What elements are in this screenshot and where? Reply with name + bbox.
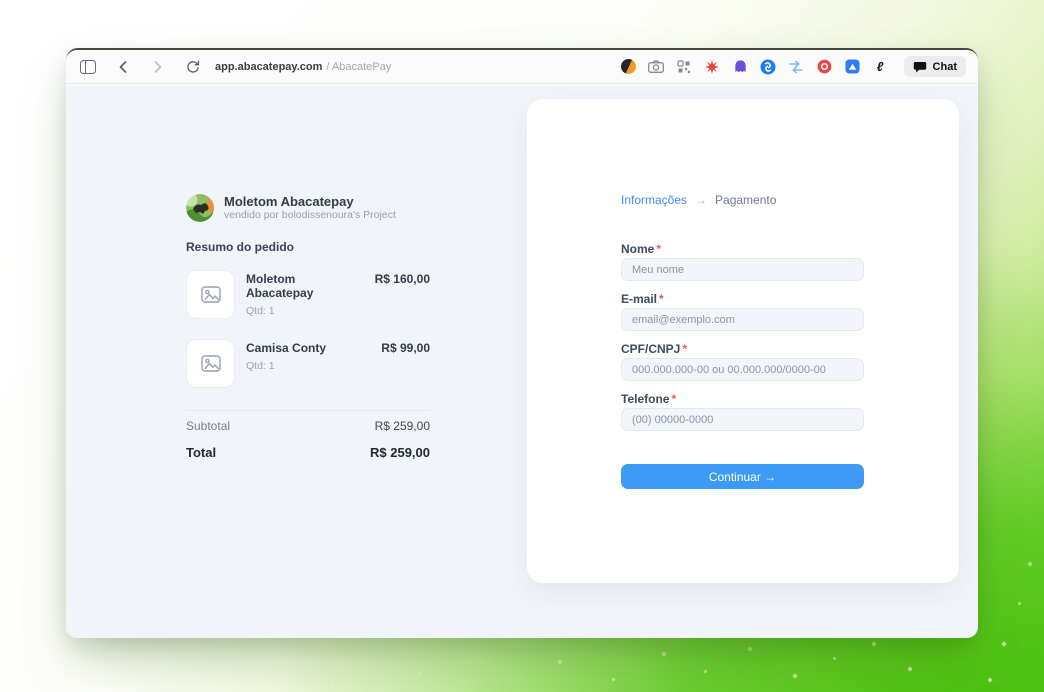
red-starburst-extension-icon[interactable] <box>704 58 721 75</box>
item-quantity: Qtd: 1 <box>246 360 275 372</box>
item-name: Moletom Abacatepay <box>246 272 314 300</box>
sparkle-dot <box>1017 601 1022 606</box>
checkout-form: Informações → Pagamento Nome* E-mail* CP… <box>621 192 864 489</box>
order-summary-title: Resumo do pedido <box>186 240 294 254</box>
phone-label-text: Telefone <box>621 392 670 406</box>
required-asterisk: * <box>682 342 688 356</box>
total-label: Total <box>186 445 217 460</box>
sparkle-dot <box>792 673 798 679</box>
name-label-text: Nome <box>621 242 655 256</box>
item-info: Moletom Abacatepay Qtd: 1 <box>246 270 364 317</box>
subtotal-label: Subtotal <box>186 419 231 433</box>
subtotal-value: R$ 259,00 <box>374 419 430 433</box>
step-arrow-icon: → <box>695 193 708 207</box>
sparkle-dot <box>611 677 616 682</box>
order-item: Moletom Abacatepay Qtd: 1 R$ 160,00 <box>186 270 430 319</box>
blue-arrows-extension-icon[interactable] <box>788 58 805 75</box>
cpf-cnpj-field-group: CPF/CNPJ * <box>621 342 864 381</box>
required-asterisk: * <box>671 392 677 406</box>
blue-mountain-extension-icon[interactable] <box>844 58 861 75</box>
browser-window: app.abacatepay.com / AbacatePay ℓ Chat M… <box>66 48 978 638</box>
order-item: Camisa Conty Qtd: 1 R$ 99,00 <box>186 339 430 388</box>
email-input[interactable] <box>621 308 864 331</box>
sparkle-dot <box>1001 641 1007 647</box>
toolbar-extensions: ℓ Chat <box>620 56 966 77</box>
sparkle-dot <box>747 646 753 652</box>
red-badge-extension-icon[interactable] <box>816 58 833 75</box>
address-bar[interactable]: app.abacatepay.com / AbacatePay <box>215 61 391 73</box>
phone-field-group: Telefone * <box>621 392 864 431</box>
required-asterisk: * <box>656 242 662 256</box>
checkout-steps: Informações → Pagamento <box>621 192 864 208</box>
continue-button[interactable]: Continuar → <box>621 464 864 489</box>
qr-scan-extension-icon[interactable] <box>676 58 693 75</box>
sparkle-dot <box>661 651 667 657</box>
cpf-cnpj-label-text: CPF/CNPJ <box>621 342 681 356</box>
url-site-name: / AbacatePay <box>326 60 392 73</box>
cpf-cnpj-input[interactable] <box>621 358 864 381</box>
cursive-letter-extension-icon[interactable]: ℓ <box>872 58 889 75</box>
merchant-header: Moletom Abacatepay vendido por bolodisse… <box>186 194 430 222</box>
orange-circle-extension-icon[interactable] <box>620 58 637 75</box>
name-label: Nome * <box>621 242 864 256</box>
step-informacoes[interactable]: Informações <box>621 193 687 207</box>
item-price: R$ 160,00 <box>374 272 430 286</box>
chat-button-label: Chat <box>932 60 957 73</box>
url-host: app.abacatepay.com <box>215 60 323 73</box>
shazam-extension-icon[interactable] <box>760 58 777 75</box>
phone-input[interactable] <box>621 408 864 431</box>
phone-label: Telefone * <box>621 392 864 406</box>
purple-ghost-extension-icon[interactable] <box>732 58 749 75</box>
name-input[interactable] <box>621 258 864 281</box>
image-placeholder-icon <box>200 286 221 303</box>
summary-divider <box>186 410 430 411</box>
item-price: R$ 99,00 <box>381 341 430 355</box>
reload-icon[interactable] <box>183 57 203 77</box>
sidebar-icon[interactable] <box>78 57 98 77</box>
sparkle-dot <box>329 682 334 687</box>
sparkle-dot <box>987 677 993 683</box>
sparkle-dot <box>871 641 877 647</box>
email-label-text: E-mail <box>621 292 658 306</box>
email-field-group: E-mail * <box>621 292 864 331</box>
merchant-avatar <box>186 194 214 222</box>
name-field-group: Nome * <box>621 242 864 281</box>
chat-button[interactable]: Chat <box>903 56 966 77</box>
order-summary: Moletom Abacatepay vendido por bolodisse… <box>186 194 430 460</box>
email-label: E-mail * <box>621 292 864 306</box>
camera-extension-icon[interactable] <box>648 58 665 75</box>
sparkle-dot <box>417 671 422 676</box>
sparkle-dot <box>832 656 837 661</box>
cpf-cnpj-label: CPF/CNPJ * <box>621 342 864 356</box>
product-thumbnail <box>186 339 235 388</box>
checkout-page: Moletom Abacatepay vendido por bolodisse… <box>66 86 978 638</box>
nav-controls <box>78 57 203 77</box>
item-name: Camisa Conty <box>246 341 327 355</box>
checkout-card: Informações → Pagamento Nome* E-mail* CP… <box>527 99 959 583</box>
subtotal-row: Subtotal R$ 259,00 <box>186 419 430 433</box>
merchant-text: Moletom Abacatepay vendido por bolodisse… <box>224 194 396 222</box>
total-row: Total R$ 259,00 <box>186 445 430 460</box>
total-value: R$ 259,00 <box>370 445 430 460</box>
merchant-name: Moletom Abacatepay <box>224 194 354 209</box>
step-pagamento: Pagamento <box>715 193 777 207</box>
image-placeholder-icon <box>200 355 221 372</box>
merchant-seller: vendido por bolodissenoura's Project <box>224 209 396 221</box>
sparkle-dot <box>703 669 708 674</box>
forward-icon[interactable] <box>148 57 168 77</box>
back-icon[interactable] <box>113 57 133 77</box>
browser-toolbar: app.abacatepay.com / AbacatePay ℓ Chat <box>66 50 978 84</box>
sparkle-dot <box>1027 561 1033 567</box>
sparkle-dot <box>907 666 913 672</box>
product-thumbnail <box>186 270 235 319</box>
chat-bubble-icon <box>913 61 926 72</box>
sparkle-dot <box>557 659 563 665</box>
item-info: Camisa Conty Qtd: 1 <box>246 339 370 372</box>
required-asterisk: * <box>659 292 664 306</box>
item-quantity: Qtd: 1 <box>246 305 275 317</box>
